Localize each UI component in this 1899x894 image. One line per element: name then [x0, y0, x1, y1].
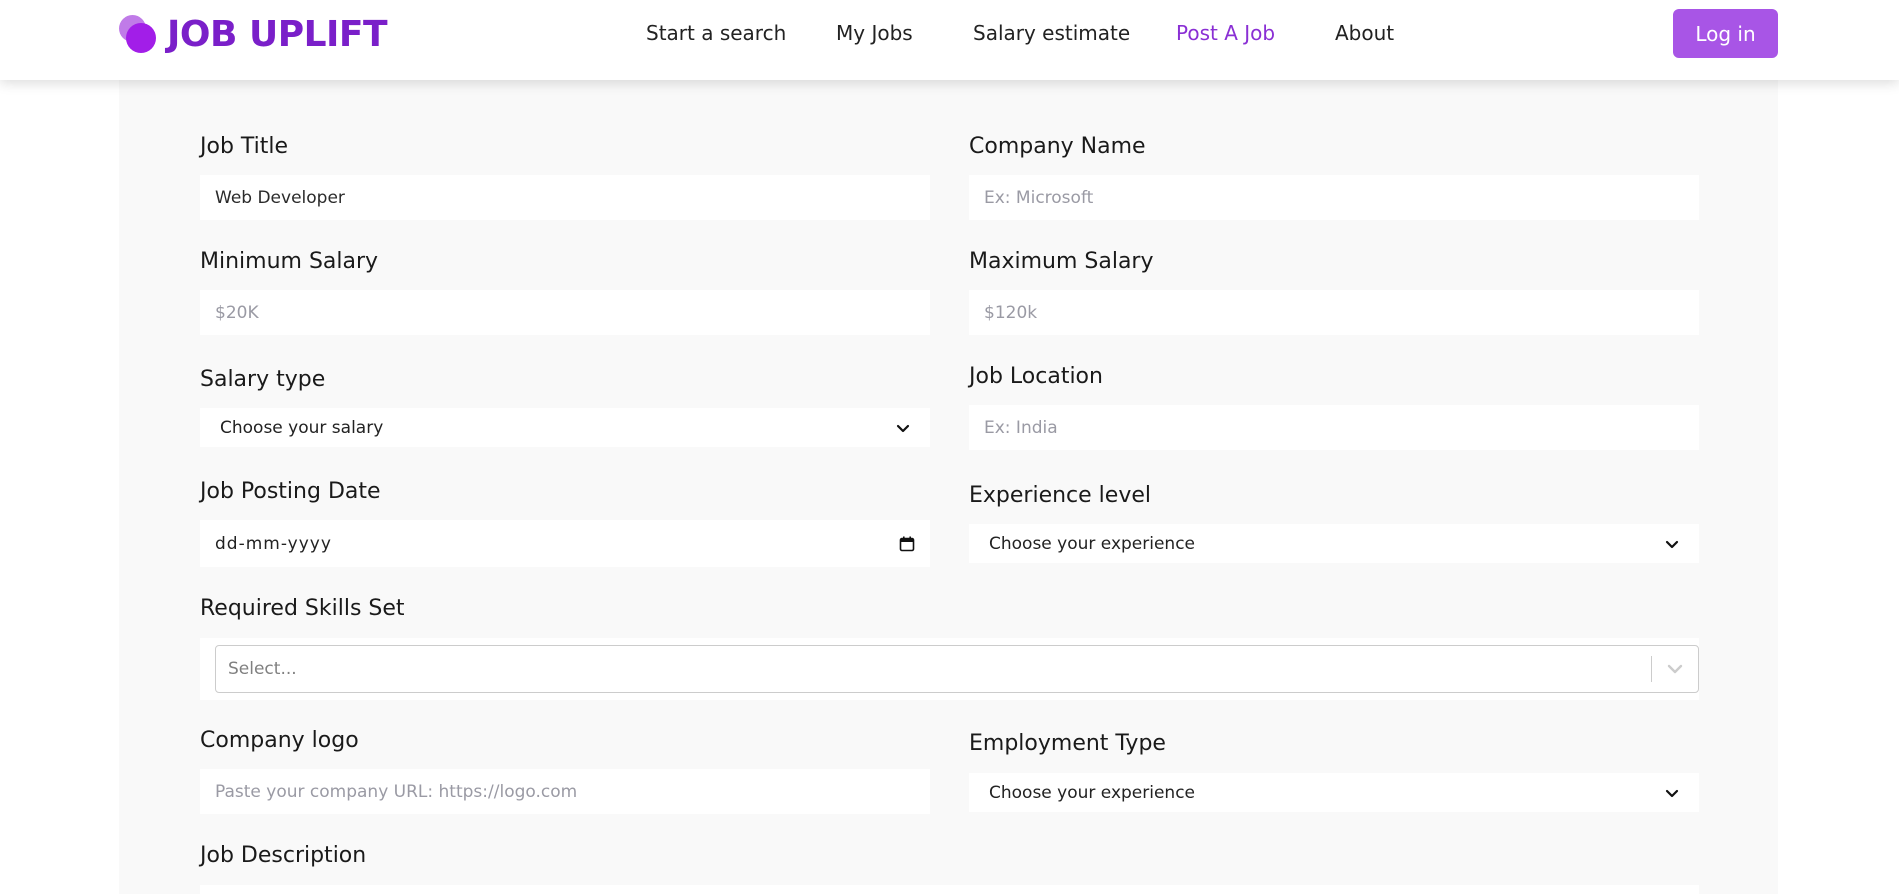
- job-description-textarea[interactable]: [200, 885, 1699, 894]
- chevron-down-icon: [896, 424, 910, 432]
- company-name-label: Company Name: [969, 134, 1146, 159]
- skills-container: Select...: [200, 638, 1699, 700]
- job-location-input[interactable]: [969, 405, 1699, 450]
- employment-type-select[interactable]: Choose your experience: [969, 773, 1699, 812]
- main-nav: Start a search My Jobs Salary estimate P…: [0, 0, 1899, 68]
- salary-type-value: Choose your salary: [220, 417, 384, 438]
- max-salary-input[interactable]: [969, 290, 1699, 335]
- nav-salary-estimate[interactable]: Salary estimate: [973, 21, 1130, 45]
- salary-type-label: Salary type: [200, 367, 326, 392]
- chevron-down-icon: [1665, 789, 1679, 797]
- job-title-label: Job Title: [200, 134, 289, 159]
- calendar-icon[interactable]: [899, 536, 915, 552]
- experience-level-select[interactable]: Choose your experience: [969, 524, 1699, 563]
- chevron-down-icon: [1667, 664, 1683, 674]
- nav-post-a-job[interactable]: Post A Job: [1176, 21, 1275, 45]
- max-salary-label: Maximum Salary: [969, 249, 1154, 274]
- employment-type-label: Employment Type: [969, 731, 1166, 756]
- job-description-label: Job Description: [200, 843, 367, 868]
- posting-date-value: dd-mm-yyyy: [215, 533, 332, 554]
- skills-placeholder: Select...: [228, 659, 297, 679]
- nav-my-jobs[interactable]: My Jobs: [836, 21, 913, 45]
- company-logo-label: Company logo: [200, 728, 359, 753]
- chevron-down-icon: [1665, 540, 1679, 548]
- min-salary-input[interactable]: [200, 290, 930, 335]
- employment-type-value: Choose your experience: [989, 782, 1196, 803]
- company-name-input[interactable]: [969, 175, 1699, 220]
- skills-multiselect[interactable]: Select...: [215, 645, 1699, 693]
- posting-date-input[interactable]: dd-mm-yyyy: [200, 520, 930, 567]
- post-job-form: Job Title Company Name Minimum Salary Ma…: [119, 80, 1778, 894]
- posting-date-label: Job Posting Date: [200, 479, 381, 504]
- job-title-input[interactable]: [200, 175, 930, 220]
- min-salary-label: Minimum Salary: [200, 249, 379, 274]
- skills-dropdown-indicator[interactable]: [1652, 660, 1698, 678]
- experience-level-value: Choose your experience: [989, 533, 1196, 554]
- login-button[interactable]: Log in: [1673, 9, 1778, 58]
- experience-level-label: Experience level: [969, 483, 1151, 508]
- skills-label: Required Skills Set: [200, 596, 405, 621]
- salary-type-select[interactable]: Choose your salary: [200, 408, 930, 447]
- company-logo-input[interactable]: [200, 769, 930, 814]
- top-navbar: JOB UPLIFT Start a search My Jobs Salary…: [0, 0, 1899, 80]
- job-location-label: Job Location: [969, 364, 1103, 389]
- nav-about[interactable]: About: [1335, 21, 1394, 45]
- nav-start-search[interactable]: Start a search: [646, 21, 786, 45]
